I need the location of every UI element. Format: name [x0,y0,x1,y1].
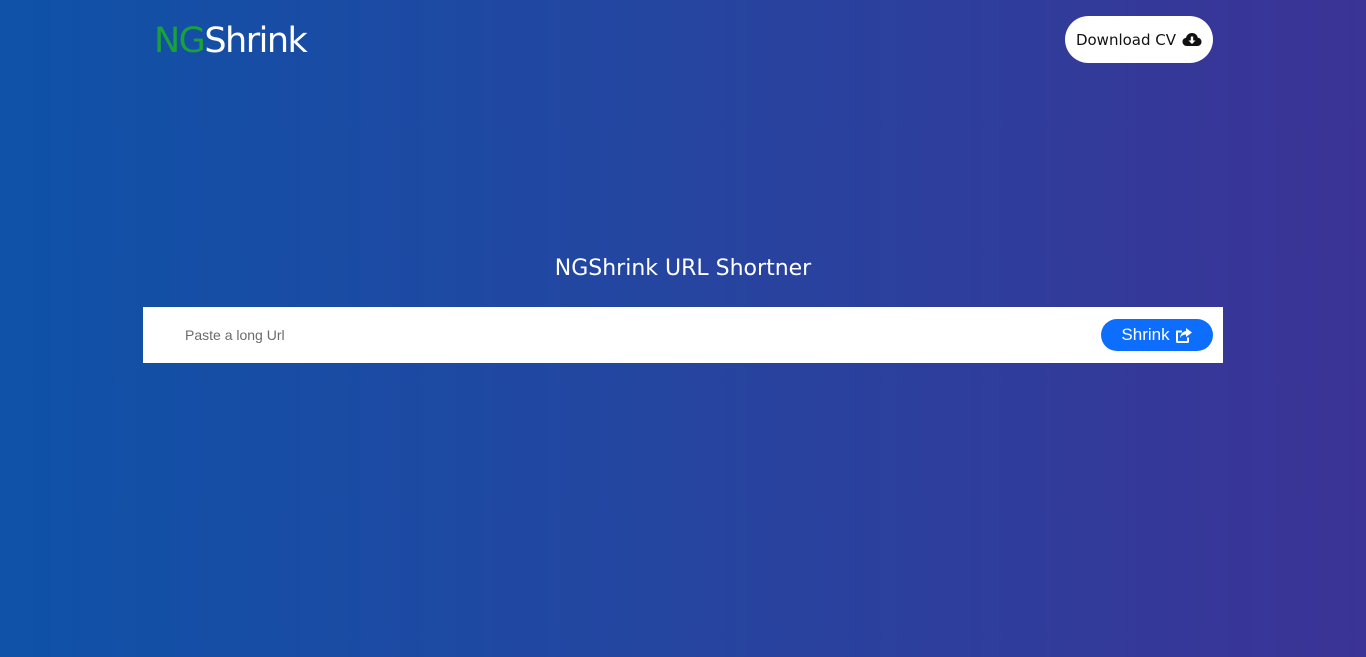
share-square-icon [1174,327,1193,344]
download-cv-button[interactable]: Download CV [1065,16,1213,63]
logo-prefix: NG [154,21,206,61]
logo-suffix: Shrink [204,21,307,61]
download-cv-label: Download CV [1075,30,1177,49]
cloud-download-icon [1182,32,1202,48]
shrink-button[interactable]: Shrink [1101,319,1213,351]
page-title: NGShrink URL Shortner [554,256,812,281]
url-input[interactable] [185,321,1045,349]
logo[interactable]: NGShrink [154,20,308,62]
url-form: Shrink [143,307,1223,363]
shrink-label: Shrink [1121,325,1170,344]
